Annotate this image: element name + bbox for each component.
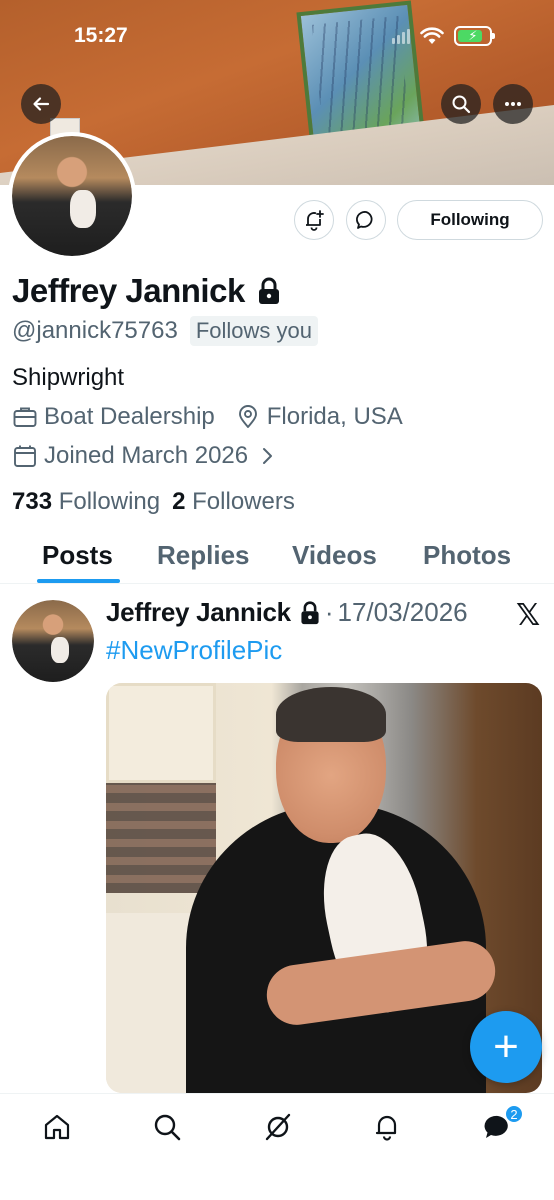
- post-avatar[interactable]: [12, 600, 94, 682]
- nav-notifications[interactable]: [370, 1110, 404, 1144]
- active-tab-indicator: [37, 579, 120, 583]
- post-hashtag[interactable]: #NewProfilePic: [106, 635, 282, 666]
- briefcase-icon: [13, 407, 37, 427]
- tab-replies[interactable]: Replies: [157, 540, 250, 571]
- profile-tabs: Posts Replies Videos Photos: [0, 530, 554, 584]
- notifications-subscribe-button[interactable]: [294, 200, 334, 240]
- lock-icon: [301, 601, 319, 624]
- profile-meta-row: Boat Dealership Florida, USA: [12, 403, 403, 431]
- post-author-name[interactable]: Jeffrey Jannick: [106, 597, 291, 628]
- lock-icon: [258, 277, 279, 304]
- home-icon: [44, 1114, 70, 1140]
- nav-home[interactable]: [40, 1110, 74, 1144]
- handle-row: @jannick75763 Follows you: [12, 316, 318, 346]
- following-button[interactable]: Following: [397, 200, 543, 240]
- calendar-icon: [14, 445, 36, 467]
- profile-name-row: Jeffrey Jannick: [12, 272, 281, 310]
- search-icon: [154, 1114, 181, 1141]
- notifications-icon: [375, 1115, 397, 1141]
- battery-icon: ⚡: [454, 26, 495, 46]
- status-icons: ⚡: [392, 26, 495, 46]
- bell-plus-icon: [306, 210, 324, 231]
- status-time: 15:27: [74, 24, 128, 47]
- joined-date: Joined March 2026: [44, 442, 249, 469]
- follow-counts: 733 Following 2 Followers: [12, 488, 295, 516]
- search-icon: [452, 95, 471, 114]
- joined-row[interactable]: Joined March 2026: [12, 442, 284, 470]
- bottom-nav: [0, 1093, 554, 1200]
- grok-icon: [265, 1113, 291, 1141]
- post-date[interactable]: 17/03/2026: [338, 597, 468, 628]
- following-count-link[interactable]: 733 Following: [12, 488, 160, 516]
- chevron-right-icon: [263, 448, 273, 464]
- follows-you-badge: Follows you: [189, 316, 318, 346]
- location-pin-icon: [238, 405, 257, 428]
- profile-name: Jeffrey Jannick: [12, 272, 245, 309]
- nav-grok[interactable]: [261, 1110, 295, 1144]
- more-horizontal-icon: [505, 102, 521, 106]
- back-button[interactable]: [21, 84, 61, 124]
- post-separator: ·: [324, 597, 334, 627]
- message-button[interactable]: [346, 200, 386, 240]
- compose-post-button[interactable]: +: [470, 1011, 542, 1083]
- wifi-icon: [420, 27, 444, 44]
- chat-bubble-icon: [356, 211, 373, 229]
- tab-posts[interactable]: Posts: [42, 540, 113, 571]
- messages-badge: 2: [504, 1104, 524, 1124]
- nav-search[interactable]: [150, 1110, 184, 1144]
- search-button[interactable]: [441, 84, 481, 124]
- profile-location: Florida, USA: [266, 403, 403, 430]
- tab-photos[interactable]: Photos: [423, 540, 511, 571]
- signal-icon: [392, 28, 410, 44]
- followers-count-link[interactable]: 2 Followers: [172, 488, 295, 516]
- post-header: Jeffrey Jannick · 17/03/2026: [106, 597, 468, 628]
- profile-handle: @jannick75763: [12, 317, 178, 344]
- tab-videos[interactable]: Videos: [292, 540, 377, 571]
- profile-bio: Shipwright: [12, 364, 125, 391]
- more-options-button[interactable]: [493, 84, 533, 124]
- profile-avatar[interactable]: [8, 132, 136, 260]
- arrow-left-icon: [33, 97, 50, 111]
- x-logo-icon: 𝕏: [516, 598, 541, 633]
- profile-category: Boat Dealership: [44, 403, 215, 430]
